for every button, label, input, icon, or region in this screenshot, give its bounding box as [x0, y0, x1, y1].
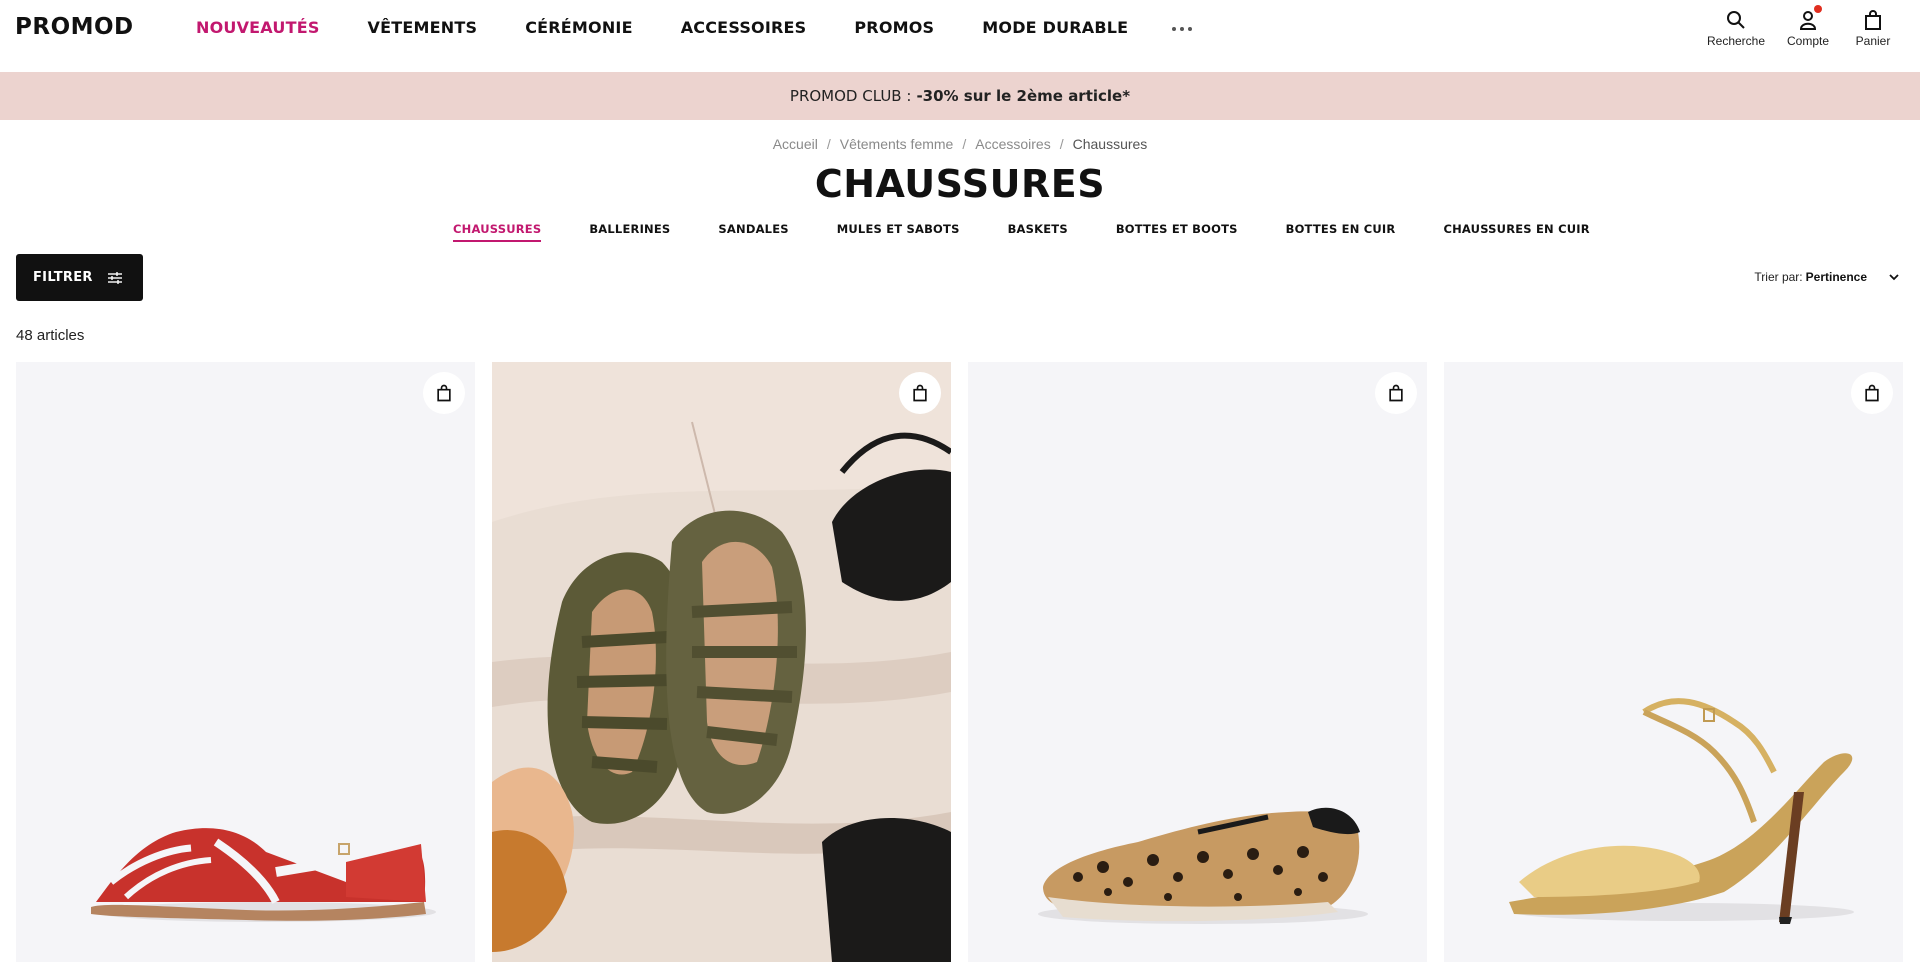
- subcategory-chaussures[interactable]: CHAUSSURES: [453, 222, 542, 242]
- breadcrumb-chaussures: Chaussures: [1072, 136, 1148, 152]
- add-to-cart-button[interactable]: [423, 372, 465, 414]
- more-dot: [1180, 26, 1185, 31]
- account-button[interactable]: Compte: [1772, 5, 1844, 48]
- product-grid: [16, 362, 1903, 962]
- nav-item-mode-durable[interactable]: MODE DURABLE: [982, 18, 1128, 37]
- add-to-cart-button[interactable]: [1851, 372, 1893, 414]
- subcategory-chaussures-en-cuir[interactable]: CHAUSSURES EN CUIR: [1443, 222, 1589, 242]
- main-nav: NOUVEAUTÉS VÊTEMENTS CÉRÉMONIE ACCESSOIR…: [196, 18, 1193, 37]
- shopping-bag-icon: [1865, 10, 1881, 30]
- add-to-cart-button[interactable]: [1375, 372, 1417, 414]
- chevron-down-icon: [1889, 274, 1899, 281]
- breadcrumb-separator: /: [1059, 136, 1064, 152]
- breadcrumb-separator: /: [962, 136, 967, 152]
- cart-label: Panier: [1855, 34, 1891, 48]
- search-label: Recherche: [1706, 34, 1766, 48]
- breadcrumb-separator: /: [826, 136, 831, 152]
- shopping-bag-icon: [1865, 384, 1879, 402]
- nav-item-ceremonie[interactable]: CÉRÉMONIE: [525, 18, 633, 37]
- sort-value: Pertinence: [1805, 270, 1867, 284]
- shopping-bag-icon: [1389, 384, 1403, 402]
- sliders-icon: [107, 271, 122, 284]
- subcategory-sandales[interactable]: SANDALES: [718, 222, 788, 242]
- more-menu-icon[interactable]: [1172, 26, 1193, 31]
- notification-dot: [1814, 5, 1822, 13]
- site-header: PROMOD NOUVEAUTÉS VÊTEMENTS CÉRÉMONIE AC…: [0, 0, 1920, 72]
- site-logo[interactable]: PROMOD: [15, 14, 134, 40]
- subcategory-baskets[interactable]: BASKETS: [1008, 222, 1068, 242]
- promo-highlight: -30% sur le 2ème article*: [916, 87, 1131, 105]
- account-label: Compte: [1786, 34, 1830, 48]
- shopping-bag-icon: [437, 384, 451, 402]
- product-image-leopard-sneaker: [968, 362, 1427, 962]
- breadcrumb-accessoires[interactable]: Accessoires: [975, 136, 1050, 152]
- header-tools: Recherche Compte Panier: [1700, 5, 1902, 48]
- shopping-bag-icon: [913, 384, 927, 402]
- more-dot: [1188, 26, 1193, 31]
- product-card[interactable]: [968, 362, 1427, 962]
- more-dot: [1172, 26, 1177, 31]
- nav-item-promos[interactable]: PROMOS: [854, 18, 934, 37]
- subcategory-bottes-en-cuir[interactable]: BOTTES EN CUIR: [1286, 222, 1396, 242]
- nav-item-accessoires[interactable]: ACCESSOIRES: [681, 18, 807, 37]
- filter-label: FILTRER: [33, 270, 93, 285]
- breadcrumb-accueil[interactable]: Accueil: [773, 136, 818, 152]
- nav-item-nouveautes[interactable]: NOUVEAUTÉS: [196, 18, 320, 37]
- results-count: 48 articles: [16, 327, 85, 344]
- subcategory-ballerines[interactable]: BALLERINES: [589, 222, 670, 242]
- subcategory-nav: CHAUSSURES BALLERINES SANDALES MULES ET …: [453, 222, 1638, 242]
- search-button[interactable]: Recherche: [1700, 8, 1772, 48]
- promo-prefix: PROMOD CLUB :: [789, 87, 912, 105]
- nav-item-vetements[interactable]: VÊTEMENTS: [368, 18, 478, 37]
- search-icon: [1727, 11, 1745, 29]
- breadcrumb-vetements-femme[interactable]: Vêtements femme: [840, 136, 954, 152]
- cart-button[interactable]: Panier: [1844, 8, 1902, 48]
- product-image-khaki-sandals-lifestyle: [492, 362, 951, 962]
- product-card[interactable]: [1444, 362, 1903, 962]
- page-title: CHAUSSURES: [814, 162, 1106, 206]
- product-image-red-sandal: [16, 362, 475, 962]
- subcategory-mules-et-sabots[interactable]: MULES ET SABOTS: [837, 222, 960, 242]
- product-image-gold-heeled-sandal: [1444, 362, 1903, 962]
- sort-dropdown[interactable]: Trier par: Pertinence: [1754, 270, 1900, 284]
- promo-banner[interactable]: PROMOD CLUB : -30% sur le 2ème article*: [0, 72, 1920, 120]
- product-card[interactable]: [492, 362, 951, 962]
- filter-button[interactable]: FILTRER: [16, 254, 143, 301]
- breadcrumb: Accueil / Vêtements femme / Accessoires …: [0, 136, 1920, 152]
- add-to-cart-button[interactable]: [899, 372, 941, 414]
- product-card[interactable]: [16, 362, 475, 962]
- subcategory-bottes-et-boots[interactable]: BOTTES ET BOOTS: [1116, 222, 1238, 242]
- sort-prefix: Trier par:: [1754, 270, 1803, 284]
